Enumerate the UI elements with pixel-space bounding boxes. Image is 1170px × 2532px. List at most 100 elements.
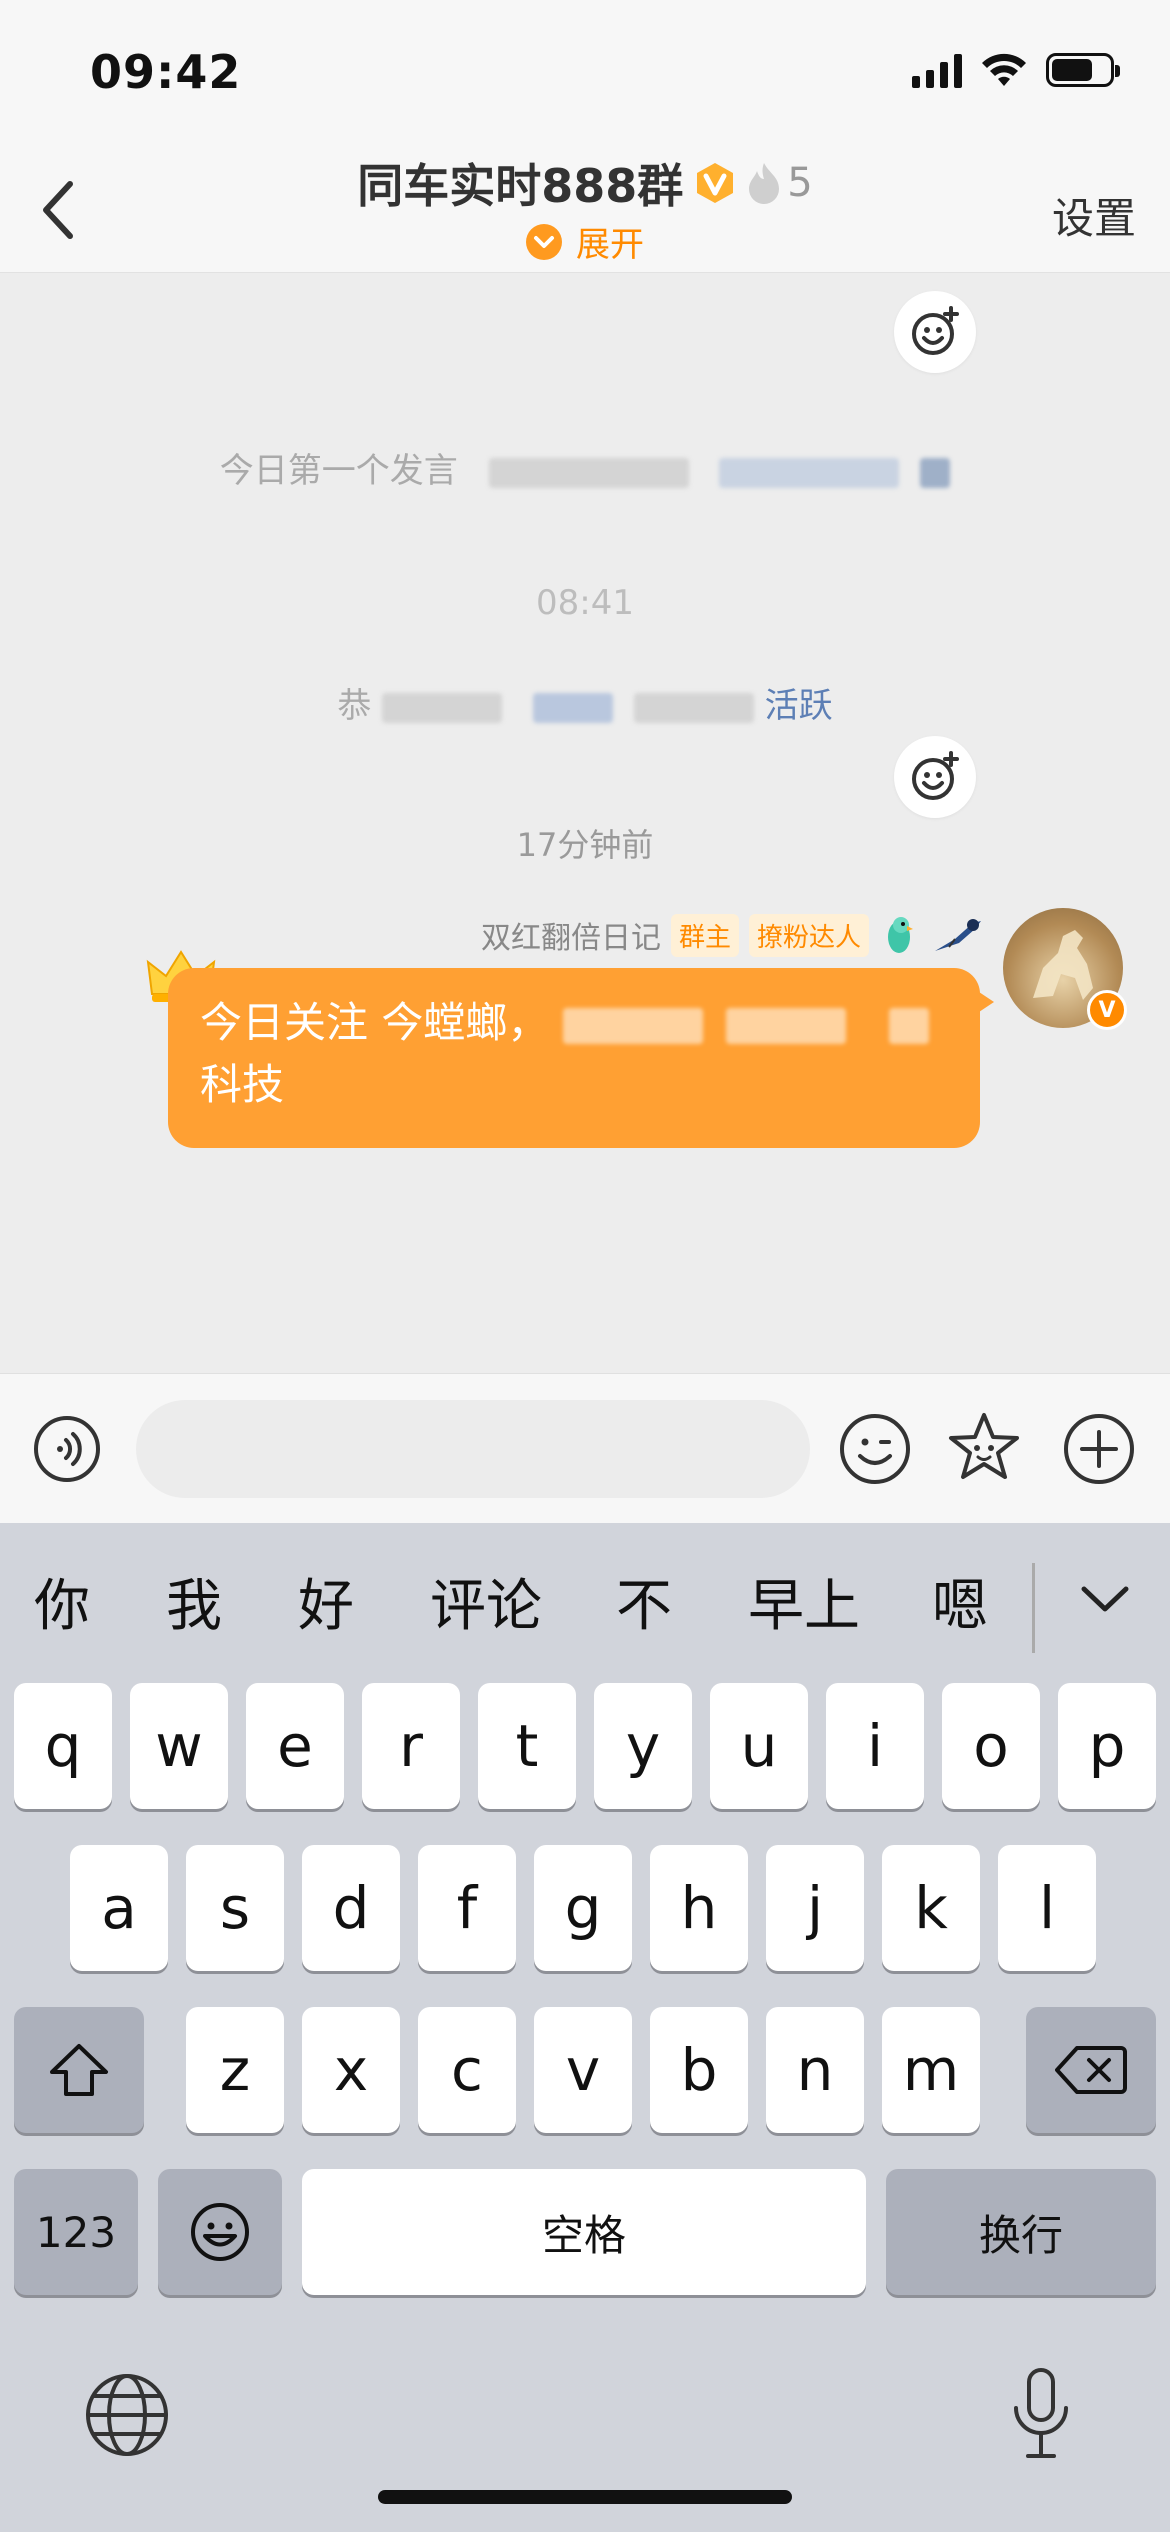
group-level-number: 5	[787, 160, 813, 206]
fans-tag: 撩粉达人	[748, 913, 869, 957]
key-z[interactable]: z	[186, 2007, 284, 2133]
redacted-text	[889, 1007, 930, 1044]
key-a[interactable]: a	[70, 1845, 168, 1971]
home-indicator	[378, 2490, 792, 2504]
redacted-text	[726, 1007, 847, 1044]
owner-tag: 群主	[670, 913, 739, 957]
candidate-word[interactable]: 好	[298, 1561, 354, 1642]
key-d[interactable]: d	[302, 1845, 400, 1971]
chat-header: 同车实时888群 5 展开 设置	[0, 145, 1170, 273]
message-input-bar	[0, 1373, 1170, 1523]
emoji-key[interactable]	[158, 2169, 282, 2295]
system-message-prefix: 恭	[337, 686, 372, 726]
redacted-text	[382, 692, 503, 723]
wifi-icon	[982, 53, 1026, 86]
space-key[interactable]: 空格	[302, 2169, 866, 2295]
message-text: 今日关注 今螳螂，	[200, 998, 550, 1047]
star-sticker-icon[interactable]	[946, 1410, 1022, 1486]
key-w[interactable]: w	[130, 1683, 228, 1809]
emoji-icon[interactable]	[838, 1412, 912, 1486]
message-input[interactable]	[136, 1400, 810, 1498]
system-time: 08:41	[536, 583, 634, 623]
return-key[interactable]: 换行	[886, 2169, 1156, 2295]
expand-label: 展开	[576, 225, 644, 265]
key-v[interactable]: v	[534, 2007, 632, 2133]
redacted-text	[488, 457, 689, 488]
sender-avatar[interactable]: V	[1003, 908, 1127, 1030]
microphone-icon[interactable]	[1006, 2364, 1076, 2464]
cellular-signal-icon	[912, 52, 962, 88]
settings-button[interactable]: 设置	[1052, 185, 1136, 246]
key-x[interactable]: x	[302, 2007, 400, 2133]
delete-key[interactable]	[1026, 2007, 1156, 2133]
candidate-word[interactable]: 我	[166, 1561, 222, 1642]
sender-name[interactable]: 双红翻倍日记	[481, 913, 661, 957]
smiley-plus-icon	[912, 306, 959, 355]
shift-key[interactable]	[14, 2007, 144, 2133]
redacted-text	[633, 692, 754, 723]
candidate-word[interactable]: 评论	[430, 1561, 542, 1642]
redacted-text	[533, 692, 613, 723]
sticker-reply-button[interactable]	[894, 291, 976, 373]
flame-icon	[749, 163, 780, 204]
expand-button[interactable]: 展开	[0, 217, 1170, 266]
plus-icon[interactable]	[1062, 1412, 1136, 1486]
redacted-text	[920, 457, 951, 488]
group-title: 同车实时888群	[357, 159, 684, 213]
key-e[interactable]: e	[246, 1683, 344, 1809]
key-l[interactable]: l	[998, 1845, 1096, 1971]
globe-icon[interactable]	[82, 2370, 172, 2460]
candidate-bar: 你 我 好 评论 不 早上 嗯	[0, 1523, 1170, 1663]
sticker-reply-button[interactable]	[894, 736, 976, 818]
system-message-link[interactable]: 活跃	[765, 686, 833, 726]
title-row[interactable]: 同车实时888群 5	[0, 150, 1170, 216]
key-s[interactable]: s	[186, 1845, 284, 1971]
candidate-divider	[1032, 1563, 1035, 1653]
numbers-key[interactable]: 123	[14, 2169, 138, 2295]
key-c[interactable]: c	[418, 2007, 516, 2133]
key-y[interactable]: y	[594, 1683, 692, 1809]
status-time: 09:42	[90, 45, 242, 99]
shift-arrow-icon	[50, 2044, 108, 2096]
key-n[interactable]: n	[766, 2007, 864, 2133]
key-b[interactable]: b	[650, 2007, 748, 2133]
key-g[interactable]: g	[534, 1845, 632, 1971]
key-m[interactable]: m	[882, 2007, 980, 2133]
battery-icon	[1046, 53, 1120, 87]
voice-input-icon[interactable]	[32, 1414, 102, 1484]
key-i[interactable]: i	[826, 1683, 924, 1809]
parrot-badge-icon	[888, 917, 913, 953]
key-q[interactable]: q	[14, 1683, 112, 1809]
emoji-keyboard-icon	[191, 2203, 249, 2261]
message-timestamp: 17分钟前	[516, 826, 654, 864]
smiley-plus-icon	[912, 751, 959, 800]
message-bubble[interactable]: 今日关注 今螳螂， 科技	[168, 968, 994, 1148]
system-message: 恭 活跃	[0, 678, 1170, 727]
candidate-word[interactable]: 早上	[748, 1561, 860, 1642]
key-o[interactable]: o	[942, 1683, 1040, 1809]
message-text: 科技	[200, 1060, 285, 1109]
status-icons	[912, 52, 1120, 88]
sender-info: 双红翻倍日记 群主 撩粉达人	[481, 913, 985, 957]
key-k[interactable]: k	[882, 1845, 980, 1971]
key-j[interactable]: j	[766, 1845, 864, 1971]
key-h[interactable]: h	[650, 1845, 748, 1971]
key-r[interactable]: r	[362, 1683, 460, 1809]
system-message: 今日第一个发言	[0, 443, 1170, 492]
key-u[interactable]: u	[710, 1683, 808, 1809]
key-f[interactable]: f	[418, 1845, 516, 1971]
status-bar: 09:42	[0, 0, 1170, 145]
candidate-word[interactable]: 嗯	[932, 1561, 988, 1642]
chat-messages[interactable]: 今日第一个发言 08:41 恭 活跃 17分钟前 双红翻倍日记 群主 撩粉达人 …	[0, 273, 1170, 1373]
chevron-down-circle-icon	[526, 223, 562, 260]
magpie-badge-icon	[935, 919, 981, 951]
redacted-text	[562, 1007, 703, 1044]
candidate-word[interactable]: 你	[34, 1561, 90, 1642]
chevron-down-icon[interactable]	[1070, 1563, 1140, 1633]
message-line-2: 科技	[200, 1054, 948, 1116]
verified-badge-icon	[697, 163, 734, 203]
keyboard: 你 我 好 评论 不 早上 嗯 q w e r t y u i o p a s …	[0, 1523, 1170, 2532]
key-t[interactable]: t	[478, 1683, 576, 1809]
key-p[interactable]: p	[1058, 1683, 1156, 1809]
candidate-word[interactable]: 不	[616, 1561, 672, 1642]
